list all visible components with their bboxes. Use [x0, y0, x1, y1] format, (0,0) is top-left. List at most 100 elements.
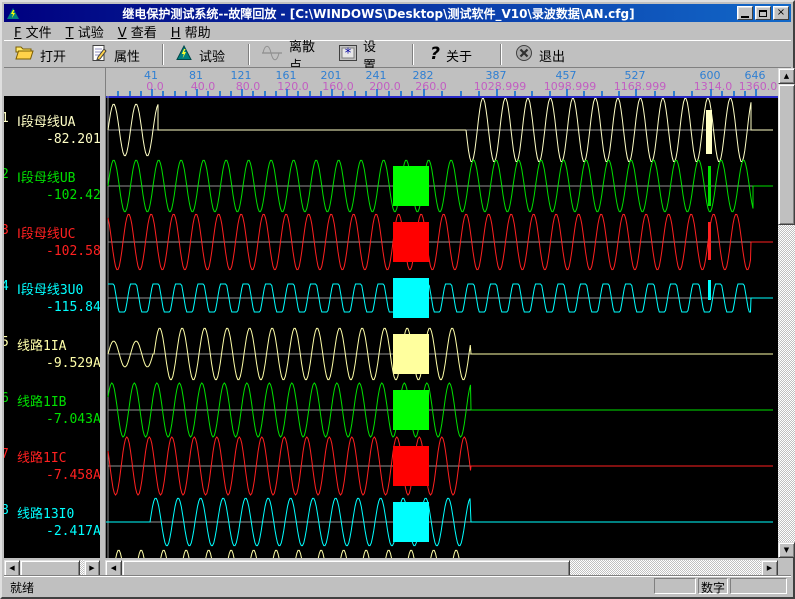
channel-range: -102.586V至 — [46, 240, 100, 259]
ruler-major-tick — [710, 89, 712, 96]
ruler-time-label: 120.0 — [277, 80, 309, 93]
arrow-down-icon: ▼ — [784, 547, 789, 554]
wave-top-border — [106, 96, 778, 98]
channel-number: 3 — [4, 223, 9, 238]
toolbar-button-properties[interactable]: 属性 — [86, 43, 154, 67]
toolbar-button-label: 关于 — [446, 46, 472, 65]
ruler-time-label: 80.0 — [236, 80, 261, 93]
ruler-major-tick — [196, 89, 198, 96]
app-window: 继电保护测试系统--故障回放 - [C:\WINDOWS\Desktop\测试软… — [0, 0, 795, 599]
channel-range: -7.458A至7. — [46, 464, 100, 483]
vertical-scroll-track[interactable] — [778, 225, 795, 542]
ruler-time-label: 200.0 — [369, 80, 401, 93]
ruler-time-label: 0.0 — [146, 80, 164, 93]
scroll-up-button[interactable]: ▲ — [778, 68, 795, 84]
status-panel-empty-1 — [654, 578, 696, 594]
time-cursor-mark[interactable] — [706, 110, 712, 154]
toolbar-separator — [248, 44, 250, 65]
selection-block — [393, 446, 429, 486]
ruler-major-tick — [635, 89, 637, 96]
channel-number: 8 — [4, 503, 9, 518]
toolbar-button-discrete[interactable]: 离散点 — [256, 43, 332, 67]
channel-range: -2.417A至4. — [46, 520, 100, 539]
ruler-time-label: 1168.999 — [614, 80, 667, 93]
waveform-canvas — [106, 96, 778, 558]
channel-range: -9.529A至14 — [46, 352, 100, 371]
toolbar-button-exit[interactable]: 退出 — [510, 43, 576, 67]
scroll-down-button[interactable]: ▼ — [778, 542, 795, 558]
status-panel-num: 数字 — [698, 578, 728, 594]
restore-button[interactable] — [755, 6, 771, 20]
waveform-area[interactable] — [105, 96, 778, 558]
status-ready-text: 就绪 — [10, 579, 34, 596]
minimize-icon — [741, 16, 749, 18]
ruler-major-tick — [151, 89, 153, 96]
toolbar-separator — [162, 44, 164, 65]
selection-block — [393, 222, 429, 262]
toolbar-button-label: 试验 — [199, 46, 225, 65]
channel-range: -115.844V至 — [46, 296, 100, 315]
menu-bar: F 文件T 试验V 查看H 帮助 — [4, 22, 791, 40]
status-panel-empty-2 — [730, 578, 787, 594]
ruler-time-label: 1314.0 — [694, 80, 733, 93]
ruler-major-tick — [241, 89, 243, 96]
toolbar-separator — [412, 44, 414, 65]
ruler-major-tick — [496, 89, 498, 96]
time-cursor-mark[interactable] — [708, 166, 711, 206]
ruler-time-label: 1098.999 — [544, 80, 597, 93]
close-button[interactable]: × — [773, 6, 789, 20]
ruler-major-tick — [376, 89, 378, 96]
selection-block — [393, 166, 429, 206]
vertical-scrollbar: ▲ ▼ — [778, 68, 795, 558]
ruler-major-tick — [423, 89, 425, 96]
menu-item-f[interactable]: F 文件 — [8, 21, 60, 42]
channel-range: -7.043A至7. — [46, 408, 100, 427]
toolbar-button-label: 打开 — [40, 46, 66, 65]
time-ruler: 41811211612012412823874575276006460.040.… — [105, 68, 778, 96]
channel-range: -102.420V至 — [46, 184, 100, 203]
toolbar-button-about[interactable]: ? 关于 — [422, 43, 482, 67]
arrow-right-icon: ▶ — [89, 565, 94, 572]
ruler-major-tick — [286, 89, 288, 96]
arrow-right-icon: ▶ — [767, 565, 772, 572]
minimize-button[interactable] — [737, 6, 753, 20]
channel-waveform — [113, 550, 773, 558]
app-icon — [6, 6, 20, 20]
svg-text:?: ? — [430, 44, 440, 62]
settings-icon: * — [339, 45, 357, 65]
ruler-major-tick — [566, 89, 568, 96]
menu-item-h[interactable]: H 帮助 — [165, 21, 219, 42]
selection-block — [393, 334, 429, 374]
channel-number: 4 — [4, 279, 9, 294]
time-cursor-mark[interactable] — [708, 222, 711, 260]
open-icon — [15, 45, 34, 65]
channel-number: 2 — [4, 167, 9, 182]
channel-number: 1 — [4, 111, 9, 126]
toolbar-button-settings[interactable]: *设置 — [334, 43, 392, 67]
toolbar-button-test[interactable]: 试验 — [170, 43, 236, 67]
test-icon — [175, 45, 193, 65]
svg-text:*: * — [345, 47, 352, 62]
about-icon: ? — [427, 44, 440, 66]
channel-number: 7 — [4, 447, 9, 462]
discrete-icon — [261, 45, 283, 65]
properties-icon — [91, 44, 108, 66]
ruler-major-tick — [755, 89, 757, 96]
vertical-scroll-thumb[interactable] — [778, 84, 795, 225]
menu-item-v[interactable]: V 查看 — [112, 21, 165, 42]
toolbar-separator — [500, 44, 502, 65]
selection-block — [393, 502, 429, 542]
toolbar-button-label: 属性 — [114, 46, 140, 65]
channel-number: 5 — [4, 335, 9, 350]
arrow-left-icon: ◀ — [111, 565, 116, 572]
restore-icon — [759, 10, 767, 17]
close-icon: × — [777, 8, 785, 18]
time-cursor-mark[interactable] — [708, 280, 711, 300]
toolbar-button-open[interactable]: 打开 — [10, 43, 82, 67]
title-bar: 继电保护测试系统--故障回放 - [C:\WINDOWS\Desktop\测试软… — [4, 4, 791, 22]
arrow-up-icon: ▲ — [784, 73, 789, 80]
menu-item-t[interactable]: T 试验 — [60, 21, 112, 42]
channel-number: 6 — [4, 391, 9, 406]
ruler-time-label: 160.0 — [322, 80, 354, 93]
status-bar: 就绪 数字 — [4, 575, 791, 595]
